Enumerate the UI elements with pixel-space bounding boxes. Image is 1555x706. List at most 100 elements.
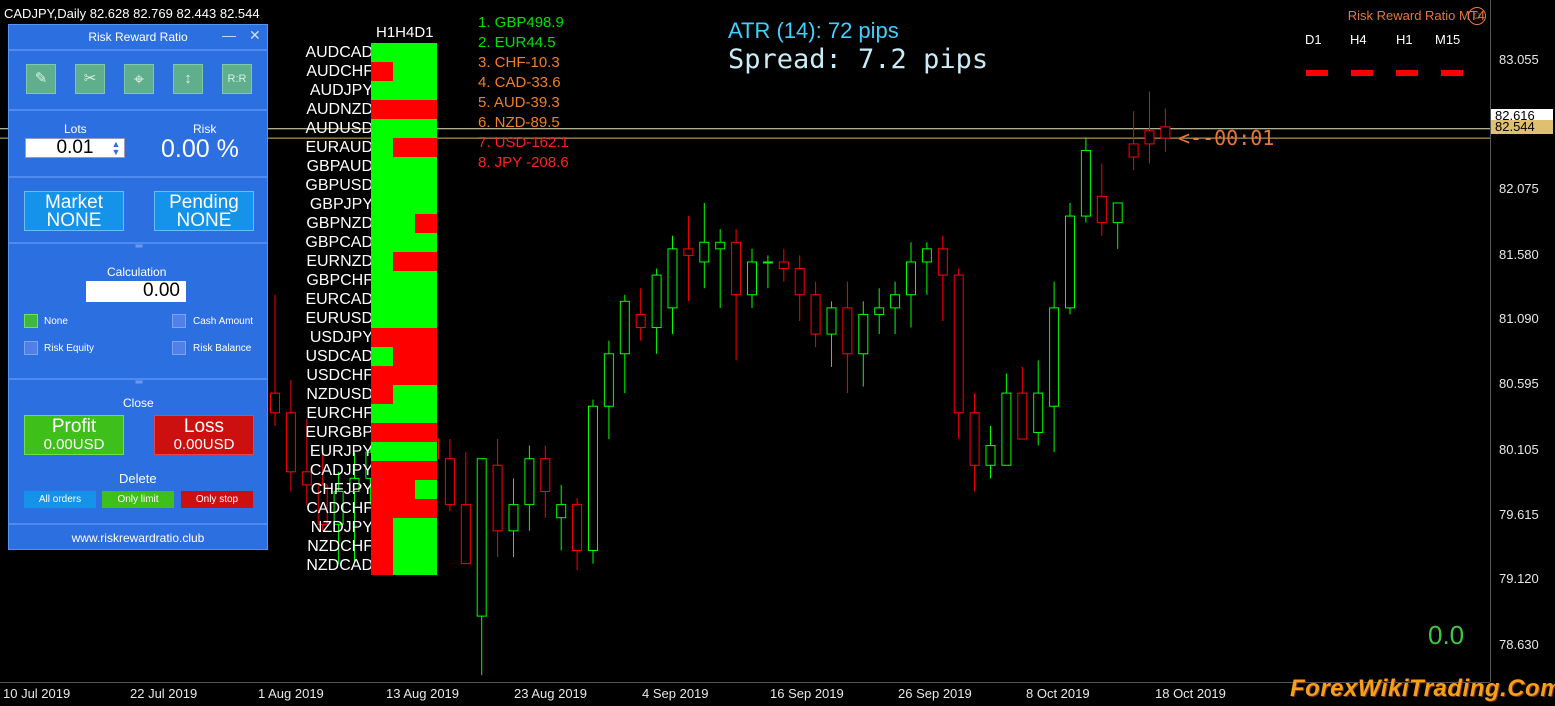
close-icon[interactable]: ✕: [249, 27, 261, 44]
trend-cell: [415, 556, 437, 575]
delete-only-limit-button[interactable]: Only limit: [102, 491, 174, 508]
candle-body: [270, 392, 280, 414]
lots-spinner[interactable]: ▲ ▼: [109, 140, 123, 157]
pair-list: AUDCAD AUDCHF AUDJPY AUDNZD AUDUSD EURAUD GBPA…: [295, 43, 373, 575]
matrix-row: [371, 385, 437, 404]
candle-body: [524, 458, 535, 506]
pair-label: GBPNZD: [306, 215, 373, 232]
trend-cell: [371, 290, 393, 309]
trend-cell: [393, 537, 415, 556]
price-tick: 80.595: [1499, 376, 1539, 391]
matrix-row: [371, 100, 437, 119]
strength-item: 8. JPY -208.6: [478, 154, 569, 171]
trend-cell: [393, 366, 415, 385]
time-tick: 13 Aug 2019: [386, 686, 460, 701]
time-tick: 18 Oct 2019: [1155, 686, 1226, 701]
pair-label: NZDUSD: [306, 386, 373, 403]
market-order-button[interactable]: Market NONE: [24, 191, 124, 231]
calculation-input[interactable]: 0.00: [86, 281, 186, 302]
trend-cell: [371, 214, 393, 233]
symbol-info: CADJPY,Daily 82.628 82.769 82.443 82.544: [4, 6, 260, 21]
candle-body: [492, 464, 503, 532]
pair-label: GBPUSD: [305, 177, 373, 194]
minimize-icon[interactable]: —: [222, 27, 236, 43]
crosshair-icon[interactable]: ⌖: [124, 64, 154, 94]
trend-cell: [415, 195, 437, 214]
trend-cell: [371, 423, 393, 442]
pair-label: GBPJPY: [309, 196, 373, 213]
radio-risk-balance[interactable]: [172, 341, 186, 355]
trend-cell: [371, 176, 393, 195]
trend-cell: [393, 556, 415, 575]
rr-icon[interactable]: R:R: [222, 64, 252, 94]
radio-risk-balance-label: Risk Balance: [193, 343, 252, 354]
trend-cell: [393, 233, 415, 252]
delete-all-orders-button[interactable]: All orders: [24, 491, 96, 508]
pair-label: CADJPY: [309, 462, 373, 479]
time-tick: 22 Jul 2019: [130, 686, 198, 701]
radio-risk-equity[interactable]: [24, 341, 38, 355]
radio-cash-amount[interactable]: [172, 314, 186, 328]
trend-cell: [415, 461, 437, 480]
pair-label: NZDCAD: [306, 557, 373, 574]
price-tick: 82.075: [1499, 181, 1539, 196]
delete-only-stop-button[interactable]: Only stop: [181, 491, 253, 508]
pair-label: NZDCHF: [307, 538, 373, 555]
matrix-row: [371, 43, 437, 62]
pair-label: CADCHF: [306, 500, 373, 517]
trend-cell: [393, 461, 415, 480]
pair-label: EURJPY: [309, 443, 373, 460]
candle-body: [985, 445, 996, 466]
trend-cell: [415, 214, 437, 233]
time-tick: 26 Sep 2019: [898, 686, 972, 701]
trend-cell: [371, 518, 393, 537]
matrix-row: [371, 347, 437, 366]
trend-dash-h4: [1351, 70, 1373, 76]
radio-risk-equity-label: Risk Equity: [44, 343, 95, 354]
collapse-handle-icon[interactable]: ═: [132, 377, 146, 388]
trend-cell: [393, 271, 415, 290]
time-tick: 8 Oct 2019: [1026, 686, 1090, 701]
pair-label: AUDCHF: [306, 63, 373, 80]
matrix-row: [371, 461, 437, 480]
trend-cell: [415, 100, 437, 119]
smiley-icon: ☺: [1468, 7, 1486, 25]
trend-cell: [393, 214, 415, 233]
close-profit-button[interactable]: Profit 0.00USD: [24, 415, 124, 455]
candle-body: [921, 248, 932, 263]
vertical-arrows-icon[interactable]: ↕: [173, 64, 203, 94]
timeframe-label-d1: D1: [1305, 32, 1322, 47]
pair-label: EURNZD: [306, 253, 373, 270]
radio-cash-amount-label: Cash Amount: [193, 316, 254, 327]
pencil-icon[interactable]: ✎: [26, 64, 56, 94]
pair-label: AUDUSD: [305, 120, 373, 137]
pending-order-button[interactable]: Pending NONE: [154, 191, 254, 231]
time-axis[interactable]: 10 Jul 2019 22 Jul 2019 1 Aug 2019 13 Au…: [0, 682, 1490, 706]
trend-cell: [415, 81, 437, 100]
price-tick: 81.090: [1499, 311, 1539, 326]
scissors-icon[interactable]: ✂: [75, 64, 105, 94]
collapse-handle-icon[interactable]: ═: [132, 241, 146, 252]
trend-cell: [371, 385, 393, 404]
close-loss-button[interactable]: Loss 0.00USD: [154, 415, 254, 455]
candle-body: [858, 313, 869, 355]
radio-none[interactable]: [24, 314, 38, 328]
price-axis[interactable]: 83.055 82.075 81.580 81.090 80.595 80.10…: [1490, 0, 1555, 682]
risk-value: 0.00 %: [161, 135, 239, 163]
strength-item: 1. GBP498.9: [478, 14, 564, 31]
time-tick: 1 Aug 2019: [258, 686, 324, 701]
matrix-row: [371, 499, 437, 518]
candle-body: [572, 504, 583, 552]
candle-body: [635, 313, 646, 329]
matrix-row: [371, 518, 437, 537]
candle-body: [842, 307, 853, 355]
pair-label: AUDCAD: [305, 44, 373, 61]
trend-cell: [393, 195, 415, 214]
panel-footer-link[interactable]: www.riskrewardratio.club: [9, 531, 267, 545]
radio-none-label: None: [44, 316, 68, 327]
trend-cell: [415, 43, 437, 62]
trend-cell: [393, 328, 415, 347]
candle-body: [619, 300, 630, 355]
trend-cell: [371, 499, 393, 518]
trend-cell: [415, 518, 437, 537]
